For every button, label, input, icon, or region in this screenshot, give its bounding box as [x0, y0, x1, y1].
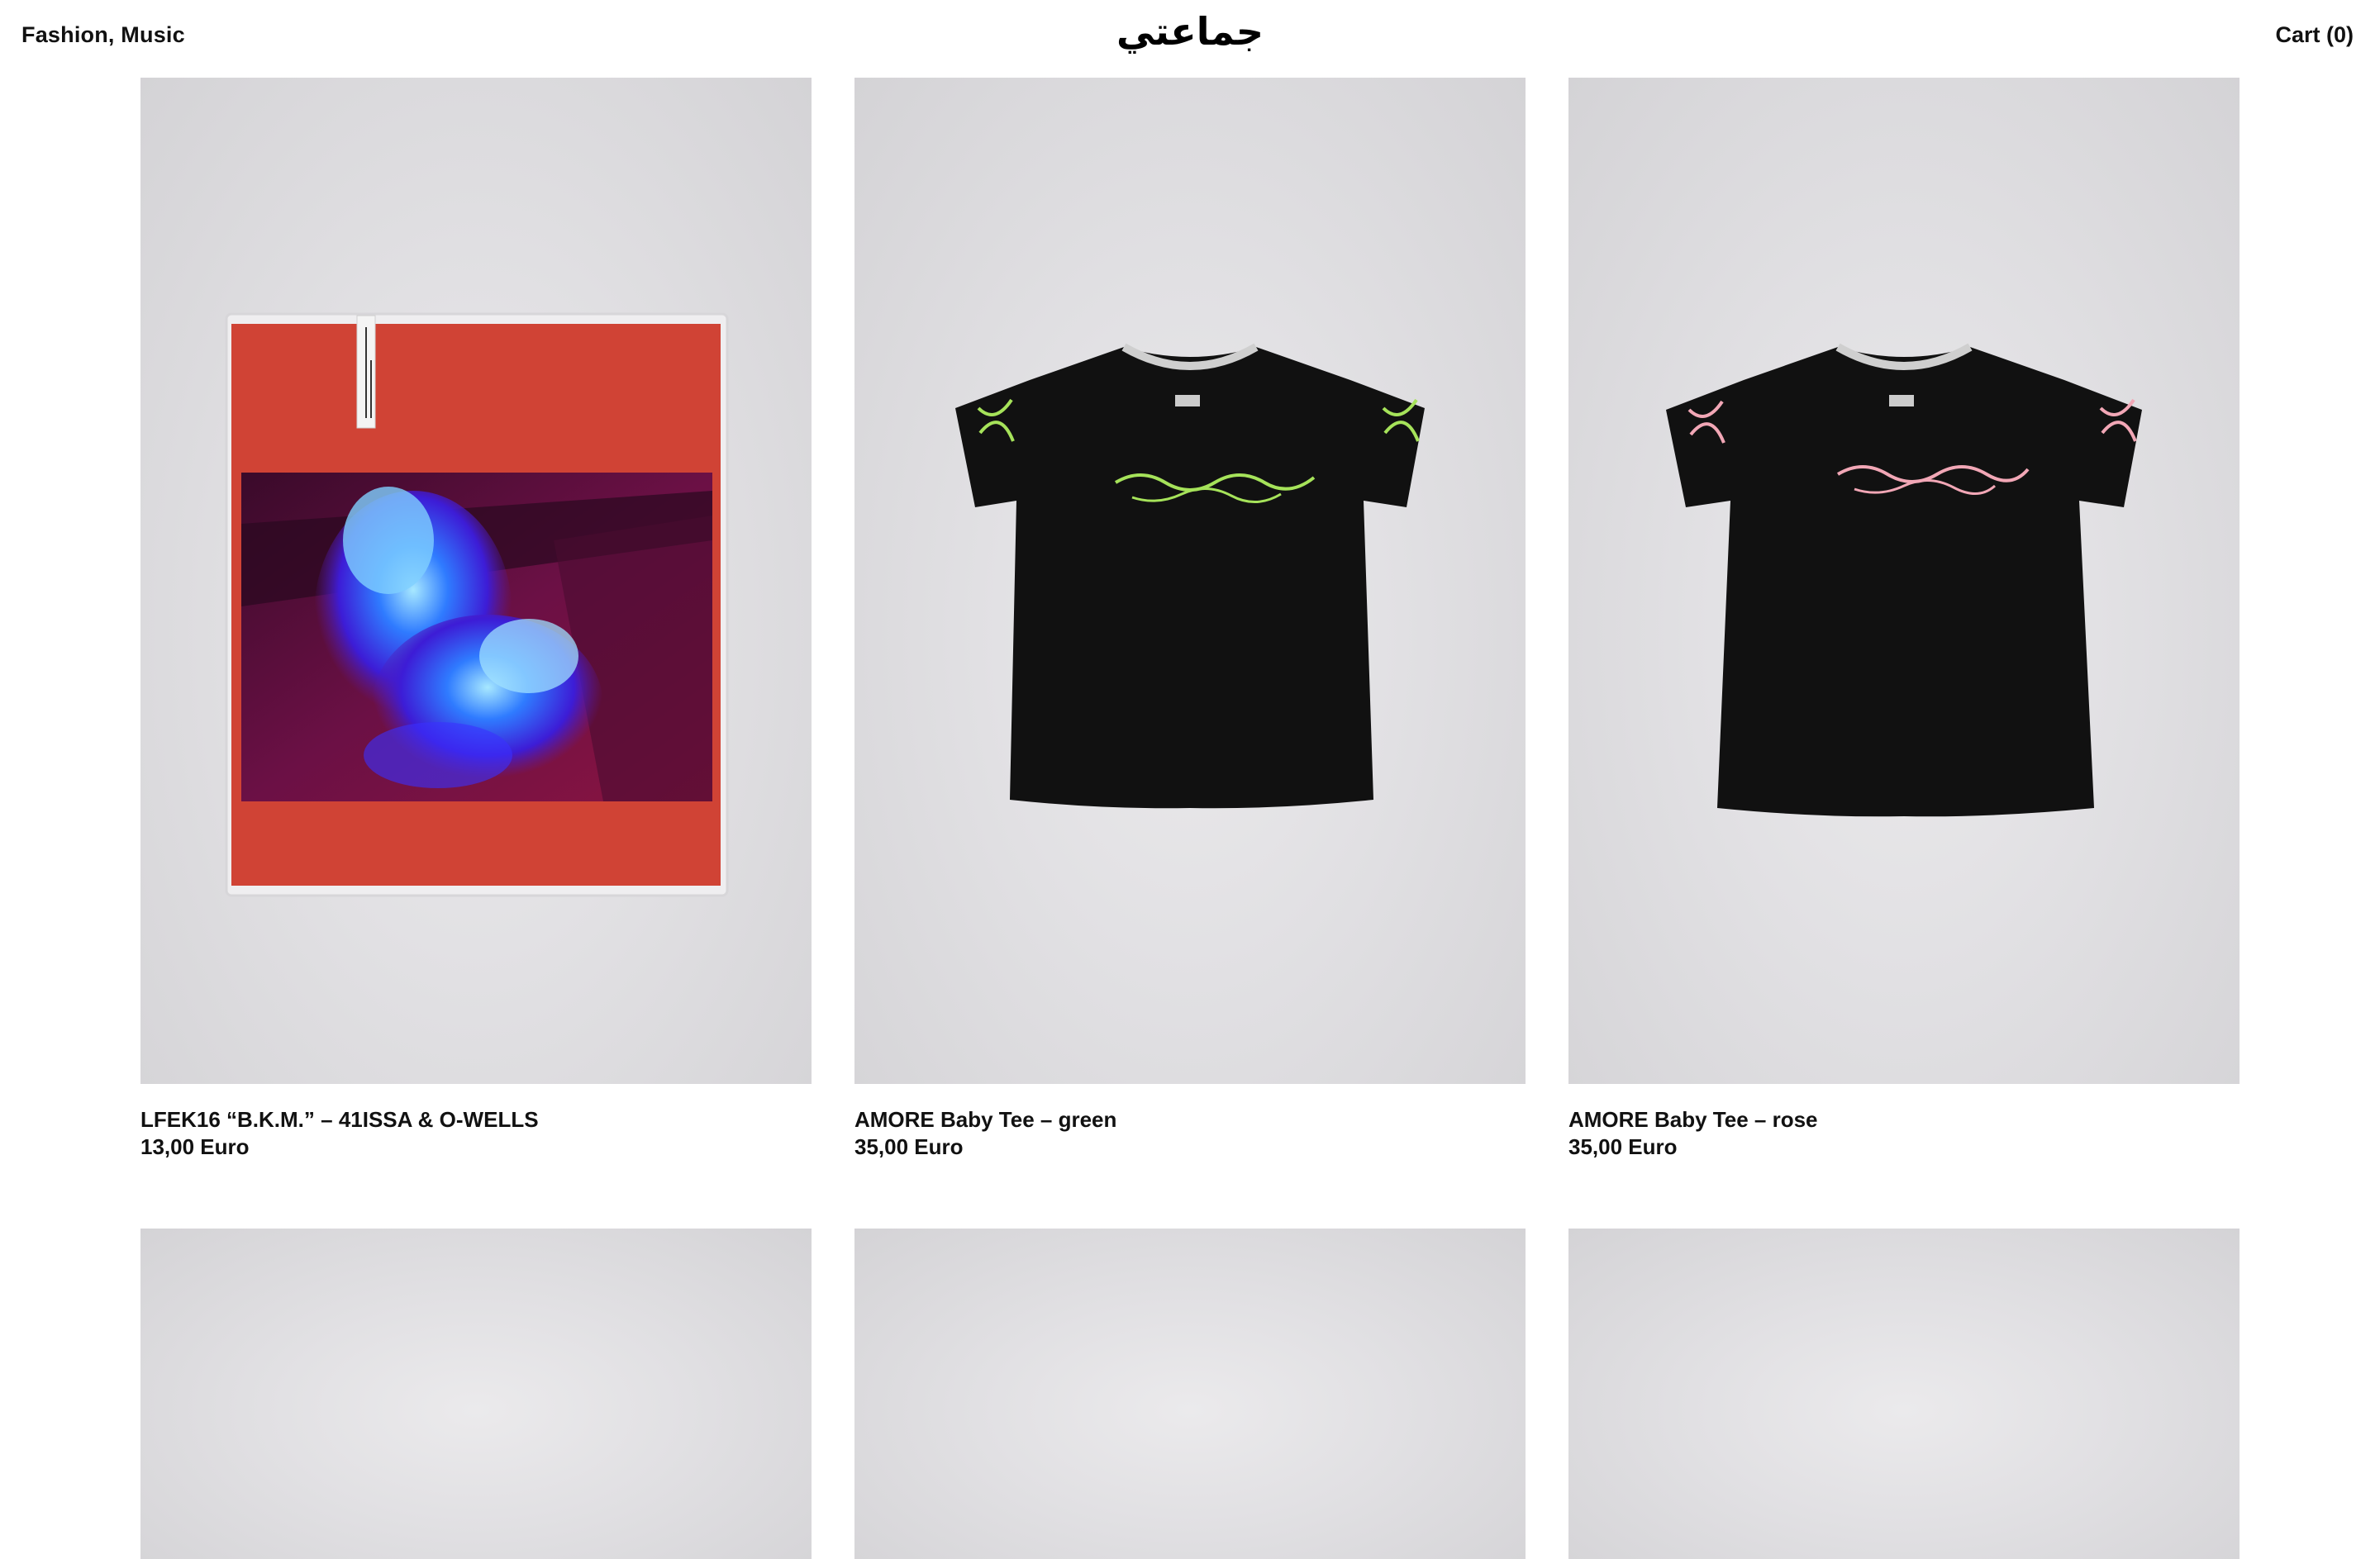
product-title[interactable]: AMORE Baby Tee – green [854, 1107, 1116, 1133]
tshirt-rose-image [1666, 343, 2142, 817]
product-price: 35,00 Euro [1568, 1134, 1678, 1159]
site-logo[interactable]: جماعتي [1107, 7, 1273, 56]
cart-link[interactable]: Cart (0) [2275, 22, 2354, 48]
nav-categories-link[interactable]: Fashion, Music [21, 22, 185, 48]
tshirt-green-image [955, 343, 1425, 809]
product-image[interactable] [140, 78, 812, 1084]
product-image[interactable] [1568, 78, 2240, 1084]
product-grid: LFEK16 “B.K.M.” – 41ISSA & O-WELLS 13,00… [0, 0, 2380, 1559]
vinyl-sleeve-image [225, 312, 729, 897]
product-image[interactable] [1568, 1229, 2240, 1559]
site-header: Fashion, Music جماعتي Cart (0) [0, 0, 2380, 78]
product-title[interactable]: AMORE Baby Tee – rose [1568, 1107, 1818, 1133]
product-price: 13,00 Euro [140, 1134, 250, 1159]
product-title[interactable]: LFEK16 “B.K.M.” – 41ISSA & O-WELLS [140, 1107, 539, 1133]
product-image[interactable] [140, 1229, 812, 1559]
product-price: 35,00 Euro [854, 1134, 964, 1159]
product-image[interactable] [854, 78, 1526, 1084]
product-image[interactable] [854, 1229, 1526, 1559]
